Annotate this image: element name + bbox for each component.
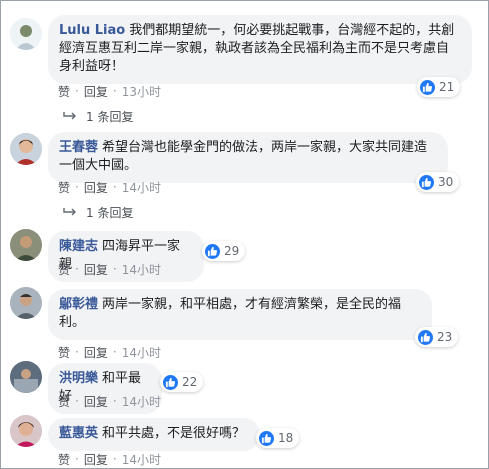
comment-actions: 赞 · 回复 · 14小时 — [58, 344, 161, 360]
like-icon — [418, 329, 433, 345]
reply-button[interactable]: 回复 — [84, 393, 108, 410]
like-button[interactable]: 赞 — [58, 344, 70, 361]
comment-actions: 赞 · 回复 · 14小时 — [58, 261, 161, 277]
timestamp[interactable]: 14小时 — [122, 451, 161, 468]
comments-panel: Lulu Liao 我們都期望統一，何必要挑起戰事，台灣經不起的，共創經濟互惠互利… — [0, 0, 489, 469]
separator: · — [75, 84, 79, 98]
reply-button[interactable]: 回复 — [84, 179, 108, 196]
separator: · — [75, 180, 79, 194]
avatar[interactable] — [10, 415, 42, 447]
reply-arrow-icon — [63, 112, 76, 120]
comment-text: 和平共處，不是很好嗎？ — [102, 426, 246, 441]
comment-bubble: Lulu Liao 我們都期望統一，何必要挑起戰事，台灣經不起的，共創經濟互惠互利… — [48, 15, 472, 84]
comment-actions: 赞 · 回复 · 14小时 — [58, 393, 161, 409]
separator: · — [112, 345, 117, 359]
like-icon — [420, 79, 435, 95]
reaction-count[interactable]: 21 — [417, 77, 461, 97]
comment-bubble: 王春蓉 希望台灣也能學金門的做法，两岸一家親，大家共同建造一個大中國。 — [48, 132, 448, 183]
comment-actions: 赞 · 回复 · 13小时 — [58, 83, 161, 99]
like-button[interactable]: 赞 — [58, 393, 70, 410]
comment-author[interactable]: Lulu Liao — [59, 23, 125, 38]
replies-count: 1 条回复 — [86, 109, 134, 124]
replies-count: 1 条回复 — [86, 205, 134, 220]
comment-author[interactable]: 王春蓉 — [59, 140, 98, 155]
reaction-count[interactable]: 18 — [256, 428, 300, 448]
timestamp[interactable]: 14小时 — [122, 261, 161, 278]
like-count: 18 — [278, 431, 294, 445]
comment-text: 两岸一家親，和平相處，才有經濟繁榮，是全民的福利。 — [59, 297, 402, 330]
like-count: 23 — [437, 330, 453, 344]
like-count: 30 — [438, 175, 454, 189]
comment-author[interactable]: 藍惠英 — [59, 426, 98, 441]
comment-author[interactable]: 洪明樂 — [59, 371, 98, 386]
avatar[interactable] — [10, 229, 42, 261]
comment-text: 希望台灣也能學金門的做法，两岸一家親，大家共同建造一個大中國。 — [59, 140, 428, 173]
like-button[interactable]: 赞 — [58, 261, 70, 278]
separator: · — [112, 180, 117, 194]
comment-bubble: 鄔彰禮 两岸一家親，和平相處，才有經濟繁榮，是全民的福利。 — [48, 289, 432, 340]
separator: · — [75, 452, 79, 466]
view-replies-link[interactable]: 1 条回复 — [63, 204, 133, 220]
timestamp[interactable]: 14小时 — [122, 179, 161, 196]
reaction-count[interactable]: 29 — [202, 241, 246, 261]
separator: · — [112, 84, 117, 98]
reaction-count[interactable]: 30 — [416, 172, 460, 192]
separator: · — [75, 345, 79, 359]
like-button[interactable]: 赞 — [58, 451, 70, 468]
like-icon — [419, 174, 434, 190]
like-button[interactable]: 赞 — [58, 83, 70, 100]
reply-arrow-icon — [63, 208, 76, 216]
avatar[interactable] — [10, 361, 42, 393]
comment-bubble: 藍惠英 和平共處，不是很好嗎？ — [48, 418, 260, 451]
reply-button[interactable]: 回复 — [84, 83, 108, 100]
reaction-count[interactable]: 22 — [160, 372, 204, 392]
avatar[interactable] — [10, 133, 42, 165]
comment-author[interactable]: 鄔彰禮 — [59, 297, 98, 312]
timestamp[interactable]: 14小时 — [122, 393, 161, 410]
timestamp[interactable]: 14小时 — [122, 344, 161, 361]
comment-actions: 赞 · 回复 · 14小时 — [58, 179, 161, 195]
like-icon — [259, 430, 274, 446]
view-replies-link[interactable]: 1 条回复 — [63, 108, 133, 124]
avatar[interactable] — [10, 18, 42, 50]
like-button[interactable]: 赞 — [58, 179, 70, 196]
reply-button[interactable]: 回复 — [84, 261, 108, 278]
separator: · — [112, 394, 117, 408]
avatar[interactable] — [10, 287, 42, 319]
like-icon — [205, 243, 220, 259]
like-count: 29 — [224, 244, 240, 258]
reply-button[interactable]: 回复 — [84, 344, 108, 361]
comment-author[interactable]: 陳建志 — [59, 239, 98, 254]
reaction-count[interactable]: 23 — [415, 327, 459, 347]
like-icon — [163, 374, 178, 390]
separator: · — [112, 452, 117, 466]
separator: · — [112, 262, 117, 276]
like-count: 21 — [439, 80, 455, 94]
timestamp[interactable]: 13小时 — [122, 83, 161, 100]
comment-actions: 赞 · 回复 · 14小时 — [58, 451, 161, 467]
like-count: 22 — [182, 375, 198, 389]
separator: · — [75, 394, 79, 408]
reply-button[interactable]: 回复 — [84, 451, 108, 468]
separator: · — [75, 262, 79, 276]
